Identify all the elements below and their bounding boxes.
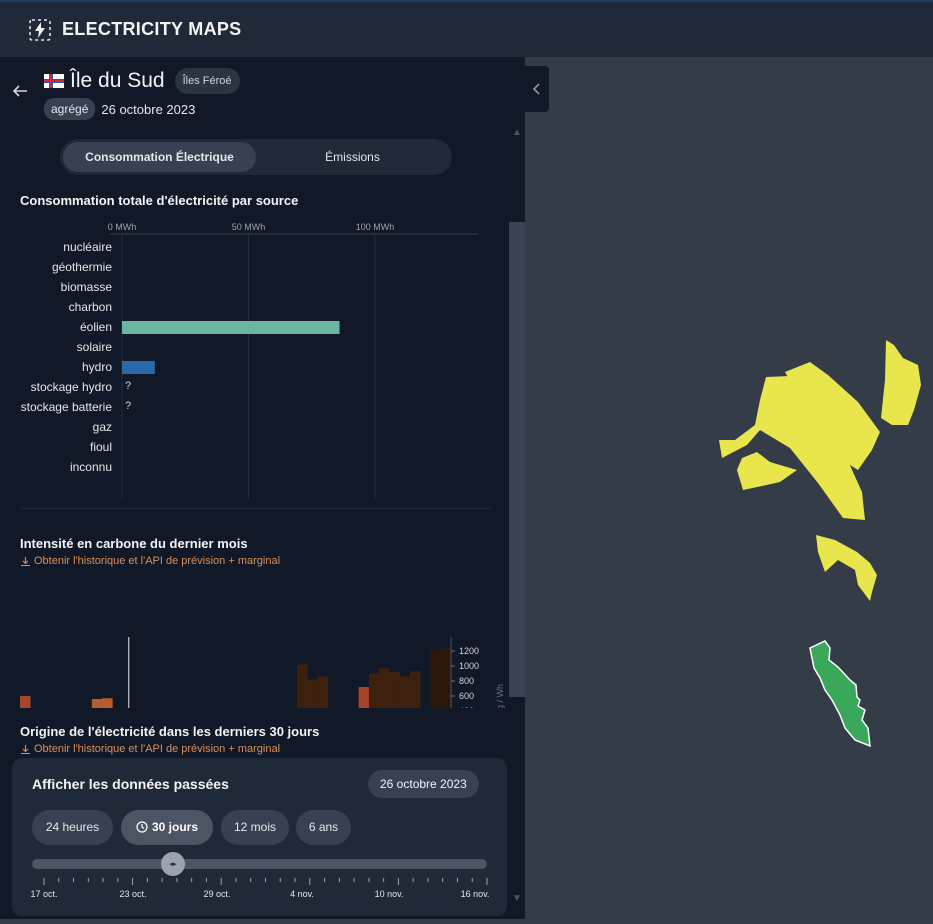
slider-tick-label: 17 oct. <box>30 889 58 899</box>
range-6y-button[interactable]: 6 ans <box>296 810 351 845</box>
carbon-bar[interactable] <box>307 679 318 709</box>
range-30d-button[interactable]: 30 jours <box>121 810 213 845</box>
y-tick-label: 1200 <box>459 646 479 656</box>
carbon-title: Intensité en carbone du dernier mois <box>20 536 248 551</box>
land-zones <box>719 340 921 601</box>
app-title[interactable]: ELECTRICITY MAPS <box>62 19 241 40</box>
carbon-bar[interactable] <box>317 676 329 709</box>
slider-ticks <box>43 878 488 885</box>
origin-api-link-text: Obtenir l'historique et l'API de prévisi… <box>34 743 281 755</box>
bar-éolien[interactable] <box>122 321 340 334</box>
y-tick-label: 1000 <box>459 661 479 671</box>
carbon-bar[interactable] <box>399 676 411 709</box>
faroe-flag-icon <box>44 74 64 88</box>
mode-tabs: Consommation Électrique Émissions <box>60 139 452 175</box>
history-title: Afficher les données passées <box>32 776 229 792</box>
slider-tick-label: 23 oct. <box>119 889 147 899</box>
zone-title: Île du Sud Îles Féroé <box>44 68 240 94</box>
carbon-bar[interactable] <box>297 664 308 709</box>
history-date-badge: 26 octobre 2023 <box>368 770 479 798</box>
bolt-icon <box>29 18 51 41</box>
scrollbar-thumb[interactable] <box>509 222 525 697</box>
carbon-bar[interactable] <box>430 649 442 709</box>
range-12m-button[interactable]: 12 mois <box>221 810 289 845</box>
zone-name: Île du Sud <box>70 69 165 92</box>
aggregation-row: agrégé 26 octobre 2023 <box>44 98 195 120</box>
y-tick-label: 600 <box>459 691 474 701</box>
download-icon <box>21 744 30 754</box>
carbon-bar[interactable] <box>20 696 31 708</box>
carbon-bar[interactable] <box>368 673 380 709</box>
clock-icon <box>136 821 148 833</box>
collapse-panel-button[interactable] <box>525 66 549 112</box>
carbon-api-link-text: Obtenir l'historique et l'API de prévisi… <box>34 555 281 567</box>
carbon-bar[interactable] <box>389 672 400 708</box>
slider-tick-label: 29 oct. <box>203 889 231 899</box>
aggregation-badge: agrégé <box>44 98 96 120</box>
tab-consumption[interactable]: Consommation Électrique <box>63 142 256 172</box>
zone-suduroy-selected <box>809 640 871 748</box>
range-30d-label: 30 jours <box>151 820 199 834</box>
country-badge: Îles Féroé <box>174 68 240 94</box>
carbon-intensity-chart[interactable]: 020040060080010001200g / Wh17 oct.23 oct… <box>0 573 509 708</box>
scroll-up-arrow[interactable]: ▲ <box>512 127 522 138</box>
bar-hydro[interactable] <box>122 361 155 374</box>
zone-sandoy <box>816 535 877 601</box>
zone-date: 26 octobre 2023 <box>101 101 196 117</box>
zone-nordoy <box>881 340 921 425</box>
top-bar: ELECTRICITY MAPS <box>0 0 933 57</box>
carbon-bar[interactable] <box>409 671 421 708</box>
zone-details-panel: Île du Sud Îles Féroé agrégé 26 octobre … <box>0 57 525 919</box>
carbon-bar[interactable] <box>379 668 390 708</box>
arrow-left-icon[interactable] <box>10 81 30 101</box>
origin-api-link[interactable]: Obtenir l'historique et l'API de prévisi… <box>20 743 280 755</box>
slider-tick-label: 10 nov. <box>374 889 404 899</box>
y-tick-label: 800 <box>459 676 474 686</box>
chevron-left-icon <box>532 83 540 95</box>
carbon-bar[interactable] <box>102 698 113 708</box>
slider-tick-label: 4 nov. <box>290 889 314 899</box>
carbon-bar[interactable] <box>358 687 370 708</box>
consumption-title: Consommation totale d'électricité par so… <box>20 193 299 208</box>
carbon-bar[interactable] <box>91 699 103 708</box>
map[interactable] <box>525 57 933 919</box>
consumption-chart-svg <box>110 233 478 499</box>
time-slider-track[interactable] <box>32 859 487 869</box>
scroll-down-arrow[interactable]: ▼ <box>512 893 522 904</box>
tab-emissions[interactable]: Émissions <box>256 142 449 172</box>
range-24h-button[interactable]: 24 heures <box>32 810 113 845</box>
zone-west <box>737 452 797 490</box>
slider-tick-label: 16 nov. <box>460 889 490 899</box>
time-slider-handle[interactable]: ◂▸ <box>161 852 185 876</box>
map-canvas[interactable] <box>525 57 933 919</box>
carbon-api-link[interactable]: Obtenir l'historique et l'API de prévisi… <box>20 555 280 567</box>
download-icon <box>21 556 30 566</box>
origin-title: Origine de l'électricité dans les dernie… <box>20 724 320 739</box>
divider <box>20 508 491 509</box>
y-axis-label: g / Wh <box>495 684 505 708</box>
y-tick-label: 400 <box>459 706 474 708</box>
carbon-bar[interactable] <box>440 647 452 708</box>
history-panel: Afficher les données passées 26 octobre … <box>12 758 507 916</box>
